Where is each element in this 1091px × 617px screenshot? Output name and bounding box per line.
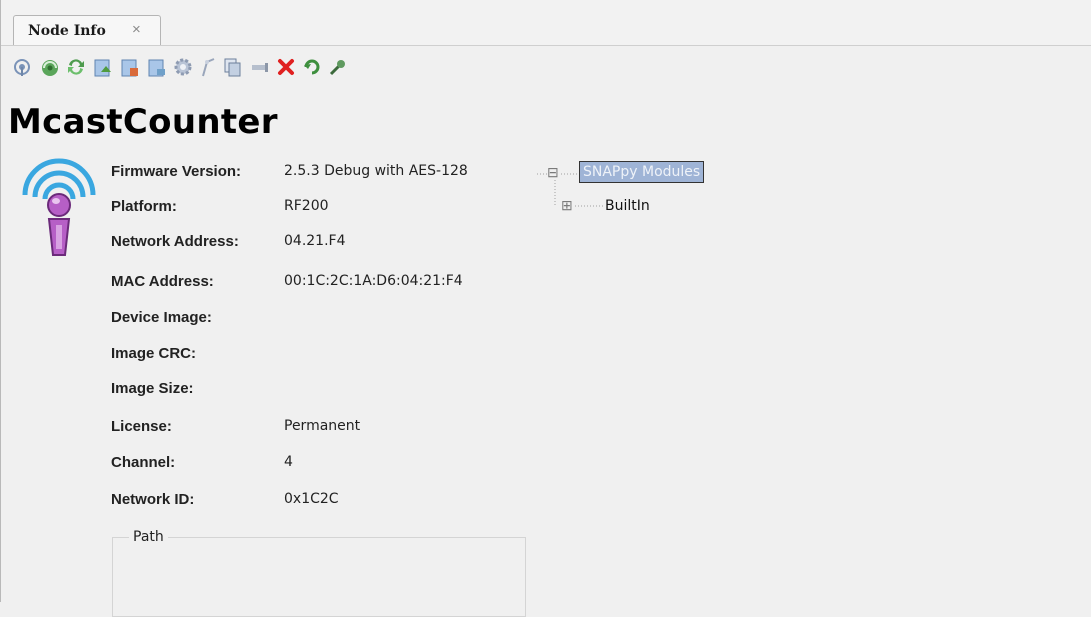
device-image-label: Device Image: xyxy=(111,309,212,326)
upload-image-icon[interactable] xyxy=(92,56,114,78)
refresh-icon[interactable] xyxy=(39,56,61,78)
erase-image-icon[interactable] xyxy=(146,56,168,78)
image-crc-label: Image CRC: xyxy=(111,345,197,362)
channel-value: 4 xyxy=(284,454,293,470)
network-address-label: Network Address: xyxy=(111,233,239,250)
platform-value: RF200 xyxy=(284,198,329,214)
tab-node-info[interactable]: Node Info × xyxy=(13,15,161,46)
sync-icon[interactable] xyxy=(65,56,87,78)
wireless-node-icon xyxy=(22,158,96,256)
path-group-label: Path xyxy=(129,529,168,545)
license-label: License: xyxy=(111,418,172,435)
firmware-version-value: 2.5.3 Debug with AES-128 xyxy=(284,163,468,179)
ping-icon[interactable] xyxy=(11,56,33,78)
tab-bar: Node Info × xyxy=(1,0,1091,46)
close-icon[interactable]: × xyxy=(132,22,141,38)
platform-label: Platform: xyxy=(111,198,177,215)
port-icon[interactable] xyxy=(249,56,271,78)
settings-gear-icon[interactable] xyxy=(172,56,194,78)
reboot-icon[interactable] xyxy=(301,56,323,78)
tree-node-snappy-modules[interactable]: SNAPpy Modules xyxy=(579,161,705,183)
probe-icon[interactable] xyxy=(197,56,219,78)
network-id-value: 0x1C2C xyxy=(284,491,339,507)
copy-icon[interactable] xyxy=(222,56,244,78)
delete-icon[interactable] xyxy=(275,56,297,78)
node-name-title: McastCounter xyxy=(8,102,278,142)
image-size-label: Image Size: xyxy=(111,380,194,397)
channel-label: Channel: xyxy=(111,454,176,471)
path-group-box xyxy=(112,537,526,617)
tree-node-builtin[interactable]: BuiltIn xyxy=(605,198,650,214)
tab-divider xyxy=(1,45,1091,46)
toolbar xyxy=(9,52,479,84)
network-id-label: Network ID: xyxy=(111,491,195,508)
node-info-panel: Node Info × McastCounter Firmware Versio… xyxy=(0,0,1091,617)
collapse-toggle-icon[interactable]: ⊟ xyxy=(547,164,559,180)
expand-toggle-icon[interactable]: ⊞ xyxy=(561,197,573,213)
mac-address-value: 00:1C:2C:1A:D6:04:21:F4 xyxy=(284,273,463,289)
tool-icon[interactable] xyxy=(327,56,349,78)
firmware-version-label: Firmware Version: xyxy=(111,163,242,180)
mac-address-label: MAC Address: xyxy=(111,273,214,290)
network-address-value: 04.21.F4 xyxy=(284,233,346,249)
tab-label: Node Info xyxy=(28,23,106,39)
upload-image-alt-icon[interactable] xyxy=(119,56,141,78)
license-value: Permanent xyxy=(284,418,361,434)
module-tree: ⊟ SNAPpy Modules ⊞ BuiltIn xyxy=(531,160,791,220)
